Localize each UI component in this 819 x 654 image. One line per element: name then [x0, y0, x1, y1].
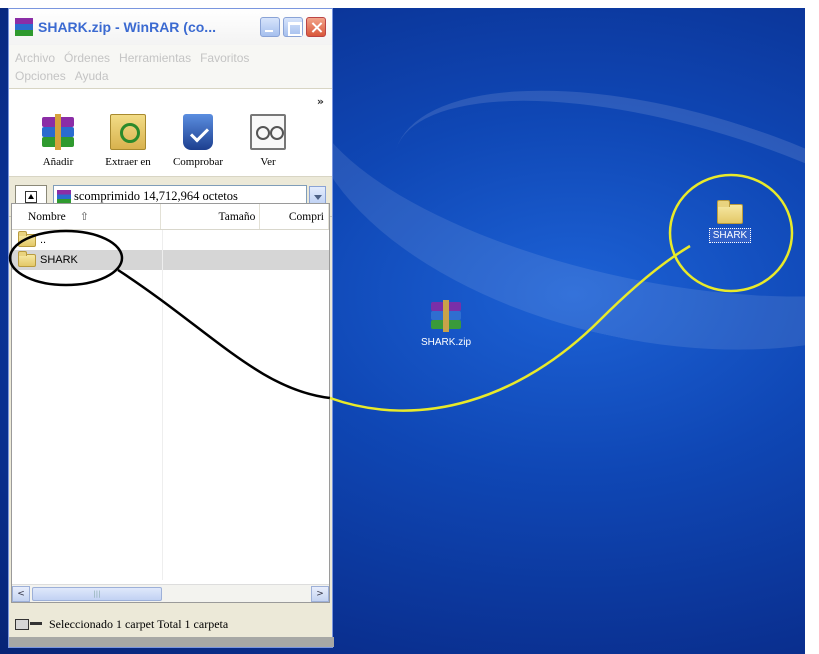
column-header-name-label: Nombre — [28, 210, 66, 223]
add-button[interactable]: Añadir — [23, 114, 93, 168]
column-header-packed[interactable]: Compri — [260, 204, 329, 229]
scroll-right-button[interactable]: > — [311, 585, 329, 602]
status-text: Seleccionado 1 carpet Total 1 carpeta — [49, 616, 229, 631]
desktop-icon-shark-zip[interactable]: SHARK.zip — [406, 300, 486, 349]
winrar-window[interactable]: SHARK.zip - WinRAR (co... Archivo Órdenes… — [8, 8, 334, 648]
window-title: SHARK.zip - WinRAR (co... — [38, 19, 216, 35]
close-button[interactable] — [306, 17, 326, 37]
column-header-size-label: Tamaño — [218, 210, 256, 223]
desktop-icon-label: SHARK — [708, 228, 752, 243]
add-button-label: Añadir — [42, 156, 74, 168]
folder-icon — [717, 200, 743, 224]
test-button[interactable]: Comprobar — [163, 114, 233, 168]
column-header-name[interactable]: Nombre ⇧ — [12, 204, 162, 229]
extract-to-button[interactable]: Extraer en — [93, 114, 163, 168]
column-header-size[interactable]: Tamaño — [161, 204, 261, 229]
list-item-parent[interactable]: .. — [12, 230, 329, 250]
column-header-packed-label: Compri — [288, 210, 324, 223]
up-arrow-icon — [25, 190, 37, 203]
title-bar[interactable]: SHARK.zip - WinRAR (co... — [9, 9, 332, 45]
column-divider — [162, 230, 163, 580]
minimize-button[interactable] — [260, 17, 280, 37]
list-item-name: SHARK — [40, 254, 78, 266]
menu-item-opciones[interactable]: Opciones — [15, 69, 66, 83]
menu-item-ordenes[interactable]: Órdenes — [64, 51, 110, 65]
extract-icon — [110, 114, 146, 150]
winrar-app-icon — [15, 18, 33, 36]
scroll-thumb[interactable]: ||| — [32, 586, 162, 601]
view-button-label: Ver — [260, 156, 276, 168]
menu-item-archivo[interactable]: Archivo — [15, 51, 55, 65]
extract-button-label: Extraer en — [105, 156, 151, 168]
horizontal-scrollbar[interactable]: < ||| > — [12, 584, 329, 602]
toolbar: Añadir Extraer en Comprobar Ver » — [9, 89, 332, 177]
sort-arrow-icon: ⇧ — [79, 211, 89, 223]
taskbar-strip — [9, 637, 334, 647]
file-list[interactable]: Nombre ⇧ Tamaño Compri .. SHARK < ||| > — [11, 203, 330, 603]
drive-connection-icon — [15, 618, 43, 630]
winrar-archive-icon — [429, 300, 463, 332]
toolbar-overflow-chevron-icon[interactable]: » — [317, 95, 324, 108]
folder-icon — [18, 230, 36, 247]
view-button[interactable]: Ver — [233, 114, 303, 168]
test-icon — [183, 114, 213, 150]
list-item-shark[interactable]: SHARK — [12, 250, 329, 270]
menu-item-favoritos[interactable]: Favoritos — [200, 51, 249, 65]
add-archive-icon — [40, 114, 76, 150]
menu-bar: Archivo Órdenes Herramientas Favoritos Opci… — [9, 45, 332, 89]
folder-icon — [18, 250, 36, 267]
path-text: scomprimido 14,712,964 octetos — [74, 189, 238, 203]
list-item-name: .. — [40, 234, 47, 246]
maximize-button[interactable] — [283, 17, 303, 37]
menu-item-herramientas[interactable]: Herramientas — [119, 51, 191, 65]
menu-item-ayuda[interactable]: Ayuda — [75, 69, 109, 83]
screenshot-border — [805, 0, 819, 654]
archive-small-icon — [57, 189, 71, 204]
desktop-icon-label: SHARK.zip — [420, 337, 471, 348]
test-button-label: Comprobar — [172, 156, 224, 168]
view-icon — [250, 114, 286, 150]
status-bar: Seleccionado 1 carpet Total 1 carpeta — [9, 611, 332, 637]
desktop-icon-shark-folder[interactable]: SHARK — [700, 200, 760, 243]
scroll-left-button[interactable]: < — [12, 585, 30, 602]
column-headers: Nombre ⇧ Tamaño Compri — [12, 204, 329, 230]
screenshot-border — [0, 0, 819, 8]
